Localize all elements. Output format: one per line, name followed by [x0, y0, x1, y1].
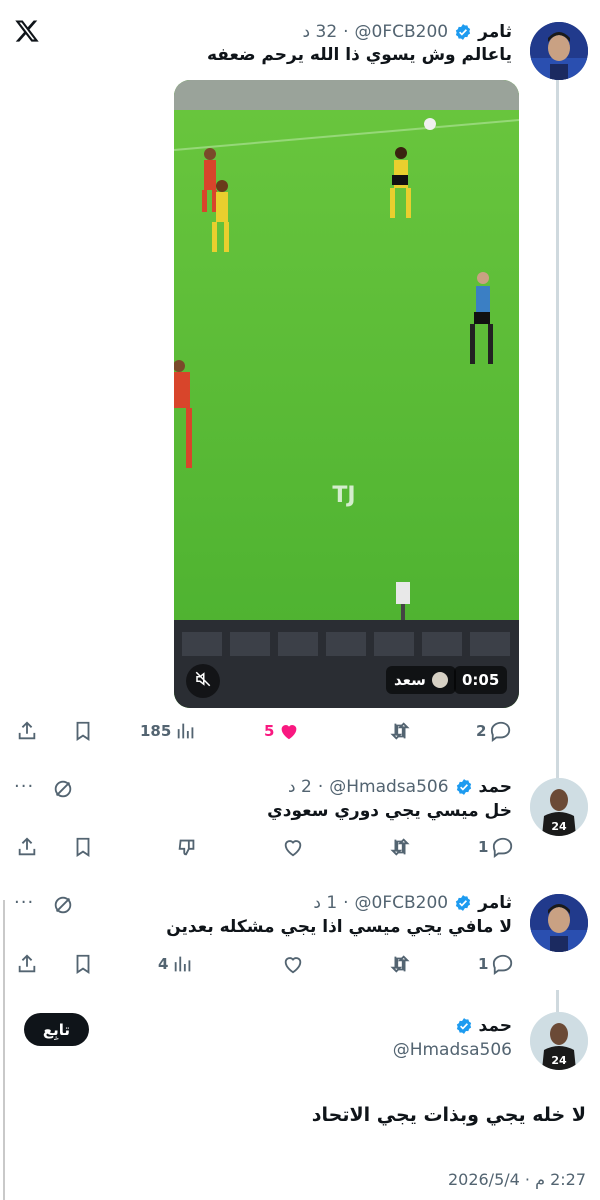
reply-icon: [492, 836, 514, 858]
share-button[interactable]: [16, 720, 38, 742]
verified-badge-icon: [455, 1017, 473, 1035]
main-tweet-text: لا خله يجي وبذات يجي الاتحاد: [311, 1104, 586, 1126]
views-icon: [172, 953, 194, 975]
verified-badge-icon: [454, 23, 472, 41]
bookmark-icon: [72, 720, 94, 742]
main-tweet-timestamp[interactable]: 2:27 م · 2026/5/4: [448, 1170, 586, 1189]
views-number: 185: [140, 722, 172, 740]
display-name[interactable]: حمد: [479, 1016, 512, 1036]
separator-dot: ·: [343, 22, 349, 42]
grok-icon[interactable]: [52, 894, 74, 920]
left-edge-line: [3, 900, 5, 1200]
tweet-time[interactable]: 2 د: [288, 777, 312, 797]
reply-button[interactable]: 1: [478, 953, 514, 975]
handle[interactable]: @0FCB200: [355, 22, 449, 42]
verified-badge-icon: [454, 894, 472, 912]
bookmark-button[interactable]: [72, 836, 94, 858]
like-button[interactable]: 5: [264, 720, 300, 742]
views-count[interactable]: 4: [158, 953, 194, 975]
retweet-icon: [388, 836, 412, 858]
video-duration: 0:05: [462, 671, 500, 689]
reply-count: 1: [478, 955, 489, 973]
retweet-icon: [388, 953, 412, 975]
retweet-icon: [388, 720, 412, 742]
main-author: حمد @Hmadsa506: [393, 1016, 512, 1060]
reply-icon: [490, 720, 512, 742]
thread-line: [556, 80, 559, 780]
like-button[interactable]: [282, 953, 304, 975]
avatar[interactable]: 24: [530, 1012, 588, 1070]
bookmark-button[interactable]: [72, 720, 94, 742]
share-button[interactable]: [16, 836, 38, 858]
avatar[interactable]: [530, 894, 588, 952]
bookmark-icon: [72, 836, 94, 858]
views-number: 4: [158, 955, 169, 973]
tweet-header: ثامر @0FCB200 · 1 د: [313, 891, 512, 915]
handle[interactable]: @Hmadsa506: [393, 1040, 512, 1060]
share-icon: [16, 836, 38, 858]
retweet-button[interactable]: [388, 720, 412, 742]
thread-line: [556, 990, 559, 1012]
heart-icon: [282, 836, 304, 858]
display-name[interactable]: ثامر: [478, 893, 512, 913]
retweet-button[interactable]: [388, 953, 412, 975]
video-player[interactable]: TJ سعد 0:05: [174, 80, 519, 708]
verified-badge-icon: [455, 778, 473, 796]
reply-count: 2: [476, 722, 487, 740]
display-name[interactable]: ثامر: [478, 22, 512, 42]
uploader-name: سعد: [394, 671, 426, 689]
reply-count: 1: [478, 838, 489, 856]
reply-button[interactable]: 2: [476, 720, 512, 742]
reply-button[interactable]: 1: [478, 836, 514, 858]
mute-button[interactable]: [186, 664, 220, 698]
display-name[interactable]: حمد: [479, 777, 512, 797]
like-button[interactable]: [282, 836, 304, 858]
bookmark-button[interactable]: [72, 953, 94, 975]
downvote-button[interactable]: [176, 836, 198, 858]
more-options-icon[interactable]: ···: [14, 776, 34, 797]
views-count[interactable]: 185: [140, 720, 197, 742]
views-icon: [175, 720, 197, 742]
tweet-text: لا مافي يجي ميسي اذا يجي مشكله بعدين: [166, 917, 512, 937]
tweet-header: حمد @Hmadsa506 · 2 د: [288, 775, 512, 799]
svg-text:24: 24: [551, 1054, 567, 1067]
tweet-text: ياعالم وش يسوي ذا الله يرحم ضعفه: [206, 45, 512, 65]
separator-dot: ·: [343, 893, 349, 913]
heart-icon: [282, 953, 304, 975]
avatar[interactable]: [530, 22, 588, 80]
tweet-time[interactable]: 1 د: [313, 893, 337, 913]
share-icon: [16, 720, 38, 742]
handle[interactable]: @0FCB200: [355, 893, 449, 913]
follow-button[interactable]: تابِع: [24, 1013, 89, 1046]
uploader-avatar-icon: [431, 672, 448, 688]
tweet-time[interactable]: 32 د: [303, 22, 338, 42]
uploader-pill[interactable]: سعد: [386, 666, 456, 694]
grok-icon[interactable]: [52, 778, 74, 804]
x-logo-icon[interactable]: [14, 18, 40, 44]
speaker-muted-icon: [194, 670, 212, 692]
video-watermark: TJ: [332, 483, 355, 508]
thumbs-down-icon: [176, 836, 198, 858]
share-icon: [16, 953, 38, 975]
avatar[interactable]: 24: [530, 778, 588, 836]
like-count: 5: [264, 722, 275, 740]
retweet-button[interactable]: [388, 836, 412, 858]
separator-dot: ·: [317, 777, 324, 797]
reply-icon: [492, 953, 514, 975]
more-options-icon[interactable]: ···: [14, 892, 34, 913]
bookmark-icon: [72, 953, 94, 975]
share-button[interactable]: [16, 953, 38, 975]
handle[interactable]: @Hmadsa506: [329, 777, 448, 797]
svg-text:24: 24: [551, 820, 567, 833]
duration-pill: 0:05: [454, 666, 508, 694]
heart-filled-icon: [278, 720, 300, 742]
tweet-text: خل ميسي يجي دوري سعودي: [267, 801, 512, 821]
tweet-header: ثامر @0FCB200 · 32 د: [303, 20, 512, 44]
